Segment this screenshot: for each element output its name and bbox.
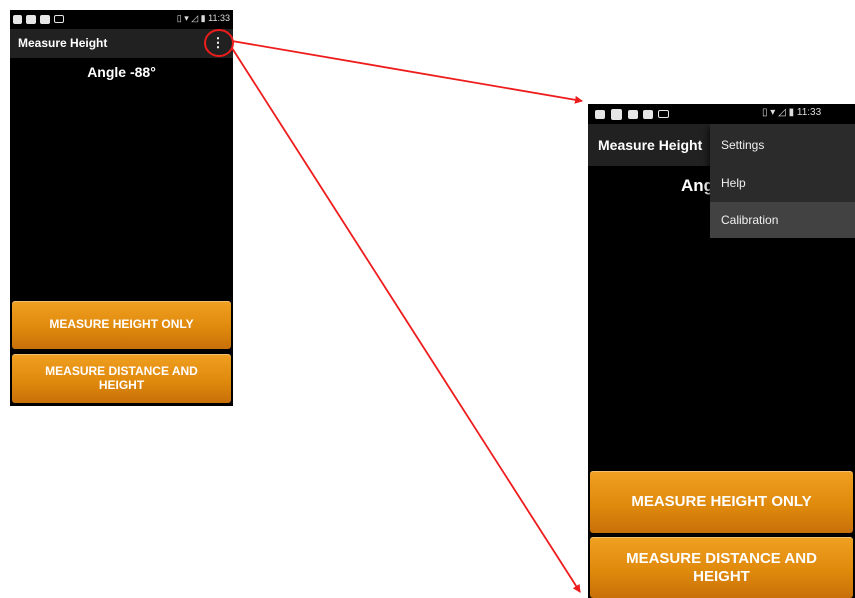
annotation-overlay (204, 29, 583, 593)
arrow-to-menu (231, 40, 583, 104)
highlight-circle (204, 29, 234, 57)
arrow-to-bottom (231, 47, 581, 593)
